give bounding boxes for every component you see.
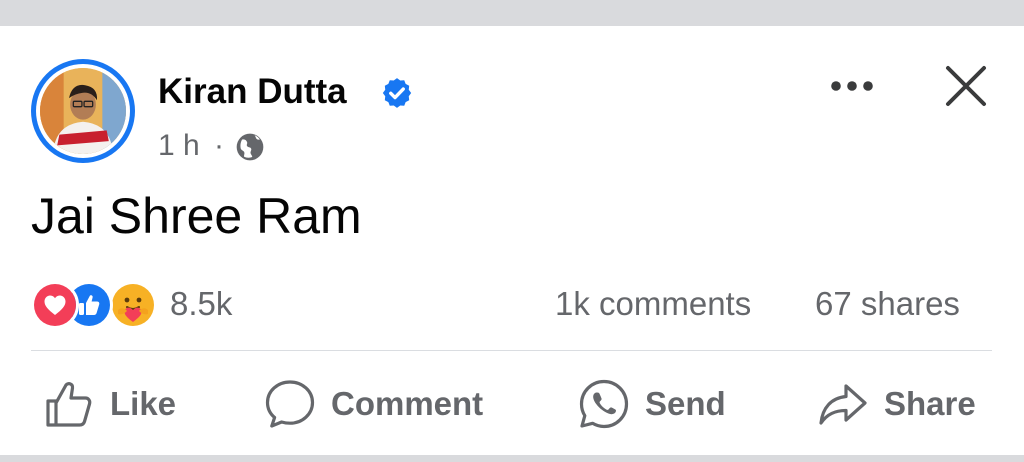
share-label: Share (884, 385, 976, 422)
profile-photo-illustration (40, 68, 126, 154)
shares-count[interactable]: 67 shares (815, 284, 960, 324)
comment-label: Comment (331, 385, 484, 422)
globe-icon (236, 133, 264, 161)
post-time[interactable]: 1 h (158, 128, 200, 164)
comment-button[interactable]: Comment (263, 376, 483, 432)
divider (31, 350, 992, 351)
share-button[interactable]: Share (816, 376, 976, 432)
close-icon[interactable] (942, 62, 990, 110)
more-options-icon[interactable] (822, 68, 882, 104)
care-reaction-icon (109, 281, 157, 329)
comments-count[interactable]: 1k comments (555, 284, 751, 324)
author-avatar[interactable] (31, 59, 135, 163)
reaction-count[interactable]: 8.5k (170, 284, 232, 324)
send-button[interactable]: Send (577, 376, 726, 432)
send-label: Send (645, 385, 726, 422)
avatar-photo (40, 68, 126, 154)
share-arrow-icon (819, 384, 867, 425)
author-name[interactable]: Kiran Dutta (158, 70, 347, 114)
love-reaction-icon (31, 281, 79, 329)
feed-separator-bottom (0, 455, 1024, 462)
whatsapp-icon (579, 379, 629, 429)
thumbs-up-icon (46, 382, 92, 427)
feed-separator-top (0, 0, 1024, 26)
like-label: Like (110, 385, 177, 422)
post-text: Jai Shree Ram (31, 188, 362, 244)
verified-badge-icon (382, 78, 412, 108)
meta-separator: · (214, 129, 224, 162)
comment-bubble-icon (265, 380, 315, 428)
reaction-icons[interactable] (31, 281, 161, 329)
like-button[interactable]: Like (42, 376, 176, 432)
